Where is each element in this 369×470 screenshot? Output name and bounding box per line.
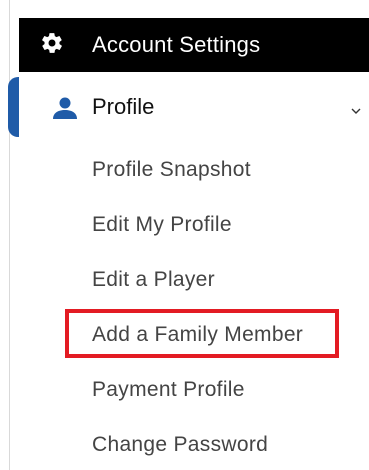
chevron-down-icon [351, 108, 361, 114]
submenu-item-edit-a-player[interactable]: Edit a Player [92, 260, 215, 300]
submenu-item-profile-snapshot[interactable]: Profile Snapshot [92, 150, 251, 190]
submenu-item-change-password[interactable]: Change Password [92, 425, 268, 465]
submenu-item-edit-my-profile[interactable]: Edit My Profile [92, 205, 232, 245]
account-settings-header[interactable]: Account Settings [19, 18, 369, 72]
account-settings-menu: Account Settings Profile Profile Snapsho… [0, 0, 369, 470]
profile-menu-toggle[interactable]: Profile [8, 77, 369, 137]
menu-left-border [9, 0, 10, 470]
submenu-item-payment-profile[interactable]: Payment Profile [92, 370, 245, 410]
profile-label: Profile [92, 94, 155, 119]
account-settings-title: Account Settings [92, 32, 261, 57]
highlight-box [65, 309, 339, 358]
gear-icon [42, 33, 62, 53]
user-icon [53, 97, 77, 119]
